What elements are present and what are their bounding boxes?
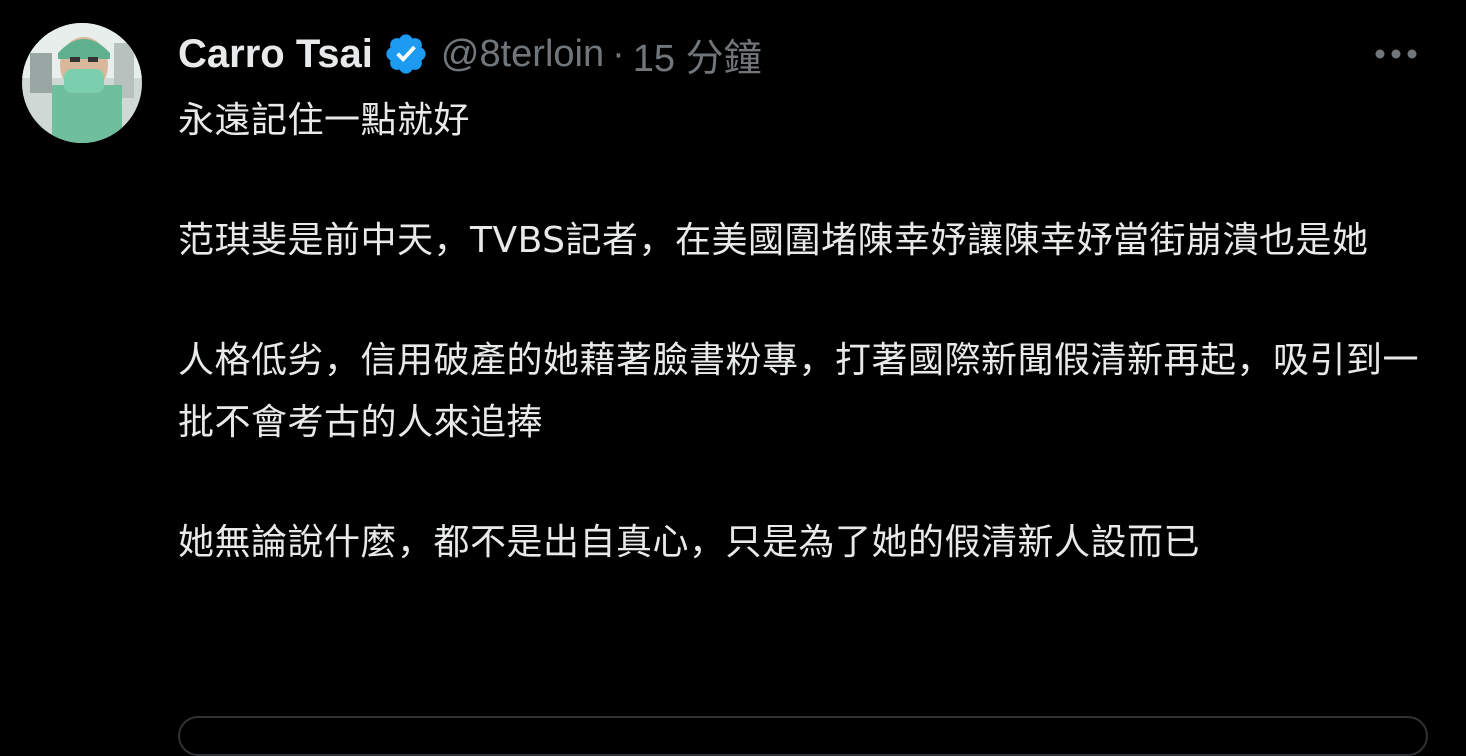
tweet-paragraph: 范琪斐是前中天，TVBS記者，在美國圍堵陳幸妤讓陳幸妤當街崩潰也是她 (178, 220, 1369, 261)
tweet: Carro Tsai @8terloin · 15 分鐘 永遠記住一點就好 范琪… (0, 0, 1466, 756)
tweet-timestamp[interactable]: 15 分鐘 (633, 27, 762, 82)
tweet-text: 永遠記住一點就好 范琪斐是前中天，TVBS記者，在美國圍堵陳幸妤讓陳幸妤當街崩潰… (178, 90, 1428, 574)
verified-badge-icon (383, 31, 429, 77)
tweet-header: Carro Tsai @8terloin · 15 分鐘 (178, 28, 762, 80)
author-display-name[interactable]: Carro Tsai (178, 32, 373, 77)
author-handle[interactable]: @8terloin (441, 33, 604, 76)
more-options-icon (1375, 49, 1417, 59)
avatar[interactable] (22, 23, 142, 143)
avatar-image (22, 23, 142, 143)
more-options-button[interactable] (1366, 32, 1426, 76)
tweet-paragraph: 人格低劣，信用破產的她藉著臉書粉專，打著國際新聞假清新再起，吸引到一批不會考古的… (178, 340, 1420, 443)
header-separator: · (612, 32, 625, 75)
quoted-card-edge[interactable] (178, 716, 1428, 756)
tweet-paragraph: 她無論說什麼，都不是出自真心，只是為了她的假清新人設而已 (178, 522, 1201, 563)
tweet-paragraph: 永遠記住一點就好 (178, 100, 471, 141)
